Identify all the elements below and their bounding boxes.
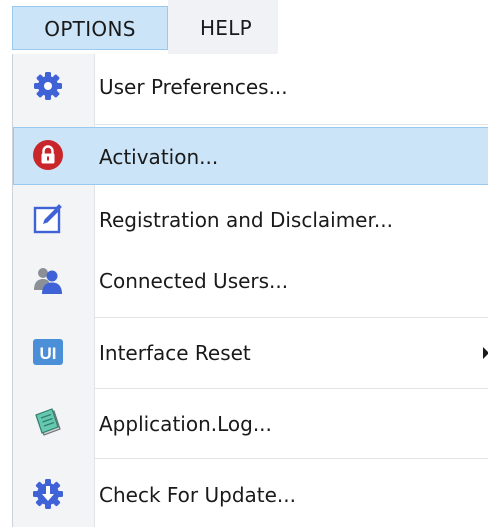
menu-item-label: Check For Update...	[99, 483, 296, 507]
menu-options[interactable]: OPTIONS	[12, 6, 168, 50]
users-icon	[34, 268, 62, 294]
menu-help[interactable]: HELP	[178, 6, 274, 50]
menu-separator	[95, 124, 488, 125]
menu-separator	[95, 317, 488, 318]
menu-item-label: Activation...	[99, 145, 219, 169]
menu-item-interface-reset[interactable]: UI Interface Reset	[13, 324, 488, 382]
submenu-arrow-icon	[483, 347, 488, 359]
menu-item-application-log[interactable]: Application.Log...	[13, 395, 488, 453]
menu-item-label: Registration and Disclaimer...	[99, 208, 393, 232]
lock-icon	[33, 140, 63, 170]
ui-icon-text: UI	[40, 344, 57, 363]
edit-icon	[33, 204, 62, 234]
menu-item-check-update[interactable]: Check For Update...	[13, 466, 488, 524]
menu-item-label: Application.Log...	[99, 412, 272, 436]
menu-item-label: User Preferences...	[99, 75, 288, 99]
menu-item-user-preferences[interactable]: User Preferences...	[13, 58, 488, 116]
menu-item-activation[interactable]: Activation...	[13, 127, 488, 185]
menu-item-registration-disclaimer[interactable]: Registration and Disclaimer...	[13, 191, 488, 249]
menu-item-connected-users[interactable]: Connected Users...	[13, 252, 488, 310]
menu-item-label: Connected Users...	[99, 269, 289, 293]
ui-icon: UI	[33, 339, 63, 365]
menu-bar: OPTIONS HELP	[0, 0, 488, 54]
options-dropdown-menu: User Preferences... Activation... Regist…	[12, 54, 488, 527]
menu-item-label: Interface Reset	[99, 341, 251, 365]
update-icon	[33, 479, 63, 509]
menu-separator	[95, 458, 488, 459]
menu-separator	[95, 388, 488, 389]
gear-icon	[34, 72, 62, 100]
log-book-icon	[35, 408, 61, 436]
